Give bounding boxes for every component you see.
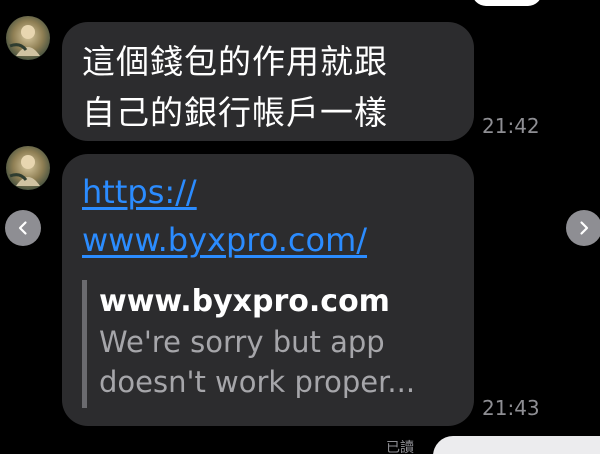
- previous-button[interactable]: [5, 210, 41, 246]
- previous-message-bubble[interactable]: [472, 0, 542, 6]
- message-link[interactable]: www.byxpro.com/: [82, 216, 474, 264]
- message-text-line: 這個錢包的作用就跟: [82, 42, 388, 81]
- read-status: 已讀: [386, 440, 414, 454]
- link-preview-title: www.byxpro.com: [99, 284, 390, 319]
- avatar[interactable]: [6, 16, 50, 60]
- message-timestamp: 21:42: [482, 114, 540, 138]
- link-preview[interactable]: www.byxpro.com We're sorry but app doesn…: [82, 280, 452, 408]
- avatar[interactable]: [6, 146, 50, 190]
- message-link[interactable]: https://: [82, 168, 474, 216]
- link-preview-description: doesn't work proper...: [99, 365, 416, 399]
- chevron-left-icon: [15, 220, 31, 236]
- message-bubble[interactable]: 這個錢包的作用就跟 自己的銀行帳戶一樣: [62, 22, 474, 141]
- link-preview-description: We're sorry but app: [99, 325, 385, 359]
- chevron-right-icon: [576, 220, 592, 236]
- next-message-bubble[interactable]: [433, 436, 600, 454]
- message-timestamp: 21:43: [482, 396, 540, 420]
- link-message-bubble[interactable]: https:// www.byxpro.com/ www.byxpro.com …: [62, 154, 474, 426]
- next-button[interactable]: [566, 210, 600, 246]
- message-text-line: 自己的銀行帳戶一樣: [82, 93, 388, 132]
- chat-screen: 這個錢包的作用就跟 自己的銀行帳戶一樣 21:42 https:// www.b…: [0, 0, 600, 454]
